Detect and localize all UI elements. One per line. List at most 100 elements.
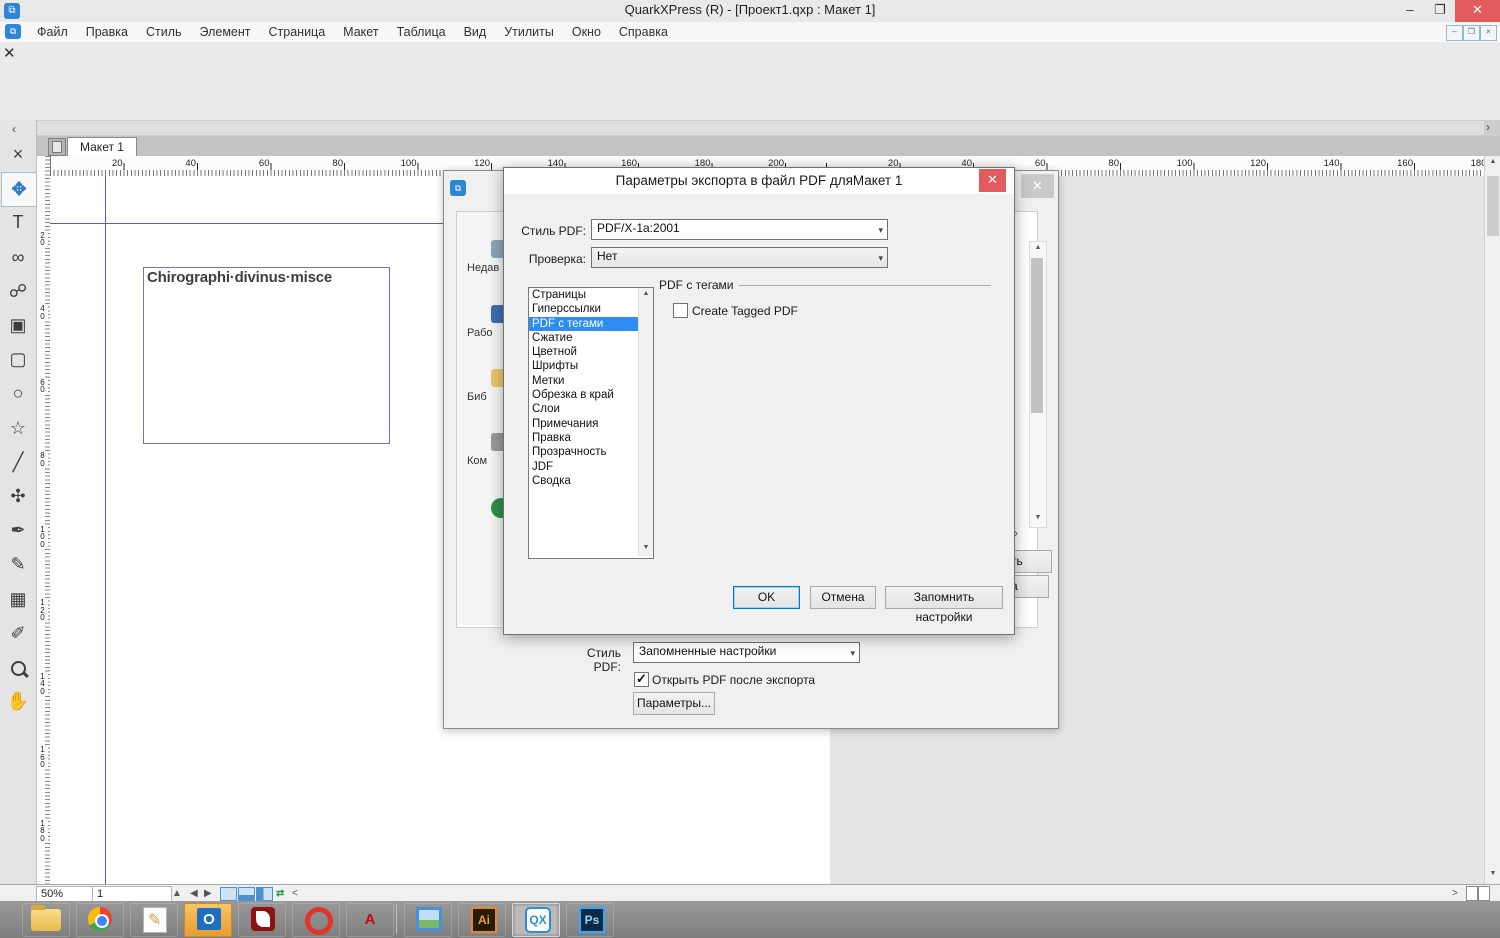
section-item-8[interactable]: Слои [529,402,638,416]
starburst-tool[interactable]: ☆ [1,412,35,445]
child-minimize-button[interactable]: – [1446,25,1463,41]
menu-item-5[interactable]: Макет [334,22,387,42]
parameters-button[interactable]: Параметры... [633,692,715,715]
scroll-up-icon[interactable]: ▲ [1485,158,1500,165]
unlink-tool[interactable]: ☍ [1,275,35,308]
save-dialog-close-icon[interactable]: ✕ [1021,174,1054,198]
ok-button[interactable]: OK [733,586,800,609]
verification-select[interactable]: Нет ▾ [591,247,888,268]
palette-cross-icon[interactable]: ✕ [3,44,16,62]
view-mode-2-icon[interactable] [238,887,255,901]
page-up-icon[interactable]: ▲ [172,886,182,901]
file-list-scrollbar[interactable]: ▲ ▼ [1029,241,1047,528]
chrome-taskbar-button[interactable] [76,903,124,937]
zoom-tool[interactable] [1,651,35,684]
line-tool[interactable]: ╱ [1,446,35,479]
section-list-scrollbar[interactable]: ▲ ▼ [638,288,653,556]
scroll-down-icon[interactable]: ▼ [1485,870,1500,877]
reader-taskbar-button[interactable] [238,903,286,937]
close-button[interactable]: ✕ [1455,0,1500,22]
menu-item-10[interactable]: Справка [610,22,677,42]
quark-menu-icon[interactable]: ⧉ [5,24,21,39]
rectangle-box-tool[interactable]: ▢ [1,343,35,376]
acrobat-reader-taskbar-button[interactable]: A [346,903,394,937]
top-scrollbar-track[interactable] [36,121,1484,135]
options-section-list[interactable]: ▲ ▼ СтраницыГиперссылкиPDF с тегамиСжати… [528,287,654,559]
link-tool[interactable]: ∞ [1,241,35,274]
section-item-13[interactable]: Сводка [529,474,638,488]
section-item-9[interactable]: Примечания [529,417,638,431]
scroll-right-icon[interactable]: › [1486,120,1490,135]
menu-item-7[interactable]: Вид [455,22,496,42]
scroll-right-icon[interactable]: > [1452,886,1458,901]
view-mode-3-icon[interactable] [256,887,273,901]
menu-item-1[interactable]: Правка [77,22,137,42]
file-explorer-taskbar-button[interactable] [22,903,70,937]
view-mode-1-icon[interactable] [220,887,237,901]
vertical-guide[interactable] [105,176,106,884]
menu-item-3[interactable]: Элемент [191,22,260,42]
export-arrows-icon[interactable]: ⇄ [276,886,284,901]
pdf-style-select[interactable]: Запомненные настройки ▾ [633,642,860,663]
section-item-12[interactable]: JDF [529,460,638,474]
section-item-11[interactable]: Прозрачность [529,445,638,459]
menu-item-4[interactable]: Страница [260,22,335,42]
text-editor-taskbar-button[interactable] [130,903,178,937]
photoshop-taskbar-button[interactable]: Ps [566,903,614,937]
scroll-down-icon[interactable]: ▼ [639,544,653,551]
cancel-button[interactable]: Отмена [810,586,876,609]
section-item-6[interactable]: Метки [529,374,638,388]
child-close-button[interactable]: × [1480,25,1497,41]
item-cross-tool[interactable]: × [1,138,35,171]
scroll-up-icon[interactable]: ▲ [639,290,653,297]
freehand-line-tool[interactable]: ✎ [1,548,35,581]
menu-item-9[interactable]: Окно [563,22,610,42]
pan-tool[interactable]: ✋ [1,685,35,718]
file-list-scrollbar-thumb[interactable] [1031,258,1043,413]
page-layout-box-1[interactable] [1466,886,1478,901]
restore-button[interactable]: ❐ [1425,0,1455,22]
menu-item-6[interactable]: Таблица [388,22,455,42]
section-item-2[interactable]: PDF с тегами [529,317,638,331]
section-item-5[interactable]: Шрифты [529,359,638,373]
opera-taskbar-button[interactable] [292,903,340,937]
capture-settings-button[interactable]: Запомнить настройки [885,586,1003,609]
bezier-pen-tool[interactable]: ✒ [1,514,35,547]
section-item-1[interactable]: Гиперссылки [529,302,638,316]
photo-viewer-taskbar-button[interactable] [404,903,452,937]
vertical-scrollbar-thumb[interactable] [1487,176,1499,236]
menu-item-2[interactable]: Стиль [137,22,191,42]
section-item-10[interactable]: Правка [529,431,638,445]
menu-item-0[interactable]: Файл [28,22,77,42]
picture-box-tool[interactable]: ▣ [1,309,35,342]
open-after-export-checkbox[interactable] [634,672,649,687]
section-item-0[interactable]: Страницы [529,288,638,302]
text-content-tool[interactable]: T [1,206,35,239]
next-page-icon[interactable]: ▶ [204,886,212,901]
section-item-3[interactable]: Сжатие [529,331,638,345]
create-tagged-pdf-checkbox[interactable] [673,303,688,318]
page-number-field[interactable]: 1 [92,886,172,902]
scroll-up-icon[interactable]: ▲ [1030,244,1046,251]
collapse-tools-icon[interactable]: ‹ [12,122,16,137]
illustrator-taskbar-button[interactable]: Ai [458,903,506,937]
collapse-left-icon[interactable]: < [292,886,298,901]
outlook-taskbar-button[interactable]: O [184,903,232,937]
table-tool[interactable]: ▦ [1,583,35,616]
menu-item-8[interactable]: Утилиты [495,22,563,42]
eyedropper-tool[interactable]: ✐ [1,617,35,650]
multi-point-tool[interactable]: ✣ [1,480,35,513]
text-frame[interactable]: Chirographi·divinus·misce [143,267,390,444]
move-item-tool[interactable]: ✥ [1,172,37,207]
section-item-7[interactable]: Обрезка в край [529,388,638,402]
tab-layout-1[interactable]: Макет 1 [67,137,137,156]
vertical-scrollbar[interactable]: ▲ ▼ [1484,156,1500,884]
oval-box-tool[interactable]: ○ [1,377,35,410]
dialog-close-icon[interactable]: ✕ [979,169,1006,192]
top-scrollbar[interactable]: ‹ › [0,120,1500,136]
zoom-level-field[interactable]: 50% [36,886,94,902]
minimize-button[interactable]: – [1395,0,1425,22]
scroll-down-icon[interactable]: ▼ [1030,514,1046,521]
pdf-style-select[interactable]: PDF/X-1a:2001 ▾ [591,219,888,240]
section-item-4[interactable]: Цветной [529,345,638,359]
